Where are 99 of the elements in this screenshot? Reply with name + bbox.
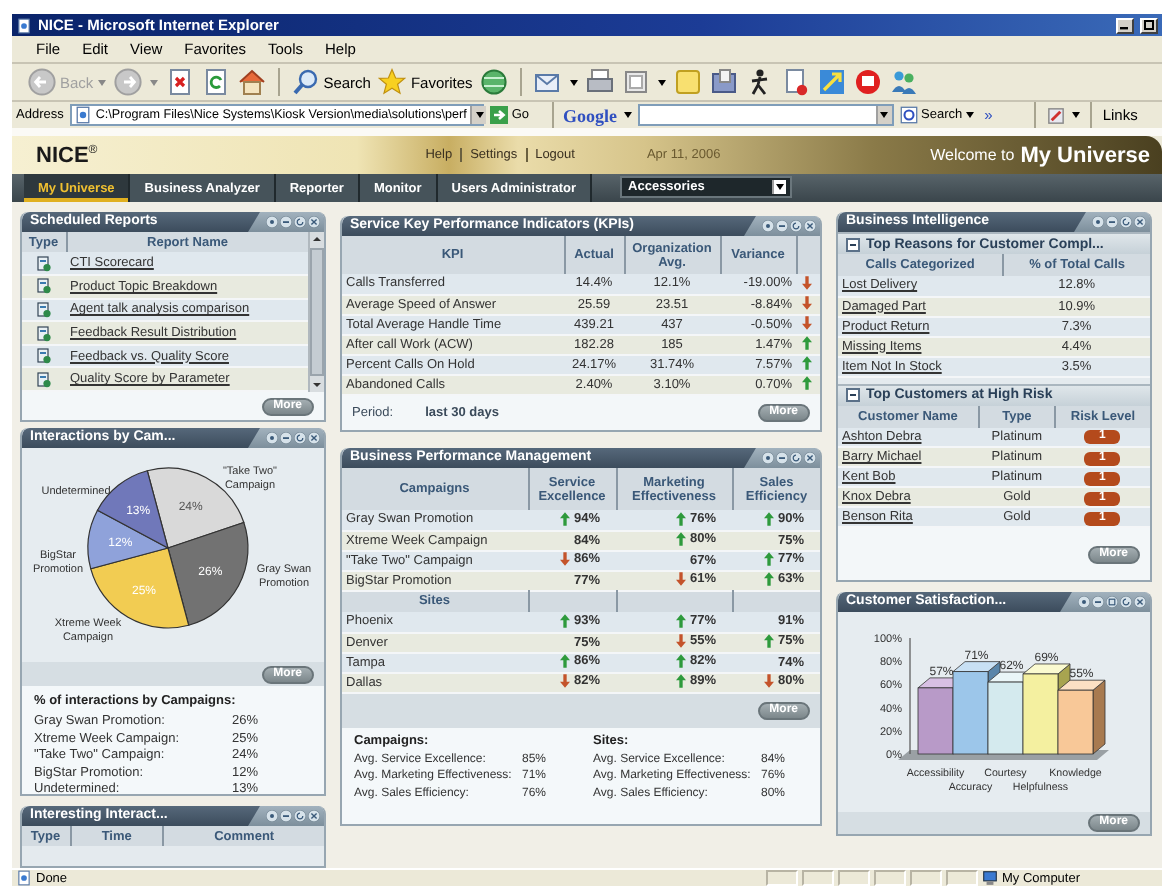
up-arrow-icon xyxy=(559,512,570,527)
tools-icon[interactable] xyxy=(1046,105,1067,125)
up-arrow-icon xyxy=(559,614,570,629)
caret-icon xyxy=(97,79,106,85)
dropdown-button[interactable] xyxy=(470,106,487,124)
up-arrow-icon xyxy=(763,512,774,527)
status-pane xyxy=(946,870,978,886)
back-icon xyxy=(28,68,56,96)
logo: NICE$^{®}$ xyxy=(36,143,98,167)
caret-icon xyxy=(149,79,158,85)
bar xyxy=(917,687,954,755)
minimize-icon[interactable] xyxy=(280,216,292,228)
pie-slice xyxy=(90,547,190,629)
help-icon[interactable] xyxy=(762,452,774,464)
document-icon[interactable] xyxy=(782,68,811,96)
y-axis xyxy=(909,637,911,755)
down-arrow-icon xyxy=(763,674,774,689)
people-icon[interactable] xyxy=(890,68,919,96)
caret-icon xyxy=(880,112,889,118)
globe-icon[interactable] xyxy=(480,68,509,96)
folder-icon[interactable] xyxy=(710,68,739,96)
down-arrow-icon xyxy=(559,552,570,567)
welcome-text: Welcome to xyxy=(930,146,1015,164)
minimize-icon[interactable] xyxy=(280,810,292,822)
down-arrow-icon xyxy=(675,634,686,649)
printer-icon[interactable] xyxy=(586,68,615,96)
scroll-thumb[interactable] xyxy=(310,248,324,376)
search-icon xyxy=(291,68,320,96)
window-icon[interactable] xyxy=(1106,596,1118,608)
status-pane xyxy=(766,870,798,886)
bar xyxy=(987,681,1024,755)
caret-icon xyxy=(966,112,975,118)
dropdown-button[interactable] xyxy=(875,106,892,124)
star-icon xyxy=(378,68,407,96)
scrollbar[interactable] xyxy=(308,232,324,392)
help-icon[interactable] xyxy=(266,810,278,822)
window-icon[interactable] xyxy=(622,68,651,96)
page-icon xyxy=(73,106,92,124)
down-arrow-icon xyxy=(675,572,686,587)
caret-icon xyxy=(658,79,667,85)
refresh-icon[interactable] xyxy=(294,432,306,444)
help-icon[interactable] xyxy=(762,220,774,232)
bar xyxy=(1022,673,1059,755)
arrows-icon[interactable] xyxy=(818,68,847,96)
maximize-icon xyxy=(1144,20,1154,30)
help-icon[interactable] xyxy=(266,432,278,444)
close-icon[interactable] xyxy=(1134,216,1146,228)
close-icon[interactable] xyxy=(804,452,816,464)
refresh-icon[interactable] xyxy=(201,68,230,96)
minimize-icon[interactable] xyxy=(776,220,788,232)
minimize-button[interactable] xyxy=(1116,17,1134,33)
close-icon[interactable] xyxy=(308,810,320,822)
close-icon[interactable] xyxy=(308,216,320,228)
go-arrow-icon xyxy=(489,106,508,124)
forward-icon[interactable] xyxy=(113,68,142,96)
mail-icon[interactable] xyxy=(534,68,563,96)
home-icon[interactable] xyxy=(237,68,266,96)
bar xyxy=(1057,689,1094,755)
down-arrow-icon xyxy=(559,674,570,689)
up-arrow-icon xyxy=(675,614,686,629)
search-engine-icon xyxy=(899,106,918,124)
minimize-icon[interactable] xyxy=(1092,596,1104,608)
computer-icon xyxy=(982,870,998,886)
minimize-icon[interactable] xyxy=(776,452,788,464)
refresh-icon[interactable] xyxy=(1120,216,1132,228)
caret-icon xyxy=(1072,112,1081,118)
caret-icon xyxy=(623,112,632,118)
minimize-icon[interactable] xyxy=(1106,216,1118,228)
refresh-icon[interactable] xyxy=(294,810,306,822)
close-icon[interactable] xyxy=(804,220,816,232)
refresh-icon[interactable] xyxy=(294,216,306,228)
status-pane xyxy=(874,870,906,886)
alarm-icon[interactable] xyxy=(854,68,883,96)
welcome-name: My Universe xyxy=(1020,143,1150,167)
up-arrow-icon xyxy=(763,634,774,649)
close-icon[interactable] xyxy=(1134,596,1146,608)
refresh-icon[interactable] xyxy=(790,220,802,232)
up-arrow-icon xyxy=(559,654,570,669)
minimize-icon[interactable] xyxy=(280,432,292,444)
status-pane xyxy=(838,870,870,886)
help-icon[interactable] xyxy=(1092,216,1104,228)
bar xyxy=(952,671,989,755)
caret-icon xyxy=(570,79,579,85)
help-icon[interactable] xyxy=(1078,596,1090,608)
search-field[interactable] xyxy=(637,104,894,126)
status-pane xyxy=(802,870,834,886)
help-icon[interactable] xyxy=(266,216,278,228)
refresh-icon[interactable] xyxy=(1120,596,1132,608)
collapse-button[interactable] xyxy=(846,388,860,402)
google-logo: Google xyxy=(563,105,618,125)
refresh-icon[interactable] xyxy=(790,452,802,464)
stop-icon[interactable] xyxy=(165,68,194,96)
caret-icon xyxy=(475,112,484,118)
caret-icon xyxy=(776,184,785,190)
status-pane xyxy=(910,870,942,886)
page-icon xyxy=(16,17,32,33)
maximize-button[interactable] xyxy=(1140,17,1158,33)
close-icon[interactable] xyxy=(308,432,320,444)
collapse-button[interactable] xyxy=(846,237,860,251)
